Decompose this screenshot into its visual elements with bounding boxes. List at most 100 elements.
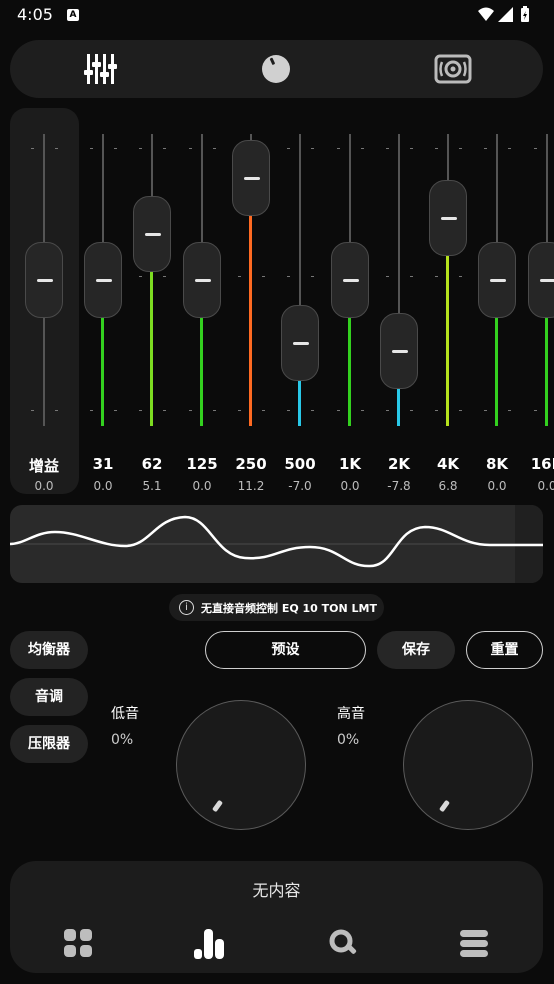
slider-tick [139, 410, 142, 411]
slider-tick [484, 148, 487, 149]
eq-response-curve [10, 505, 543, 583]
treble-label: 高音 [337, 706, 365, 722]
bottom-panel: 无内容 [10, 861, 543, 973]
nav-search-button[interactable] [326, 927, 362, 959]
slider-tick [435, 410, 438, 411]
eq-band-slider[interactable] [276, 130, 324, 430]
eq-band-thumb[interactable] [281, 305, 319, 382]
speaker-icon [434, 54, 472, 84]
bass-knob[interactable] [176, 700, 306, 830]
eq-band-thumb[interactable] [331, 242, 369, 318]
slider-tick [114, 410, 117, 411]
eq-band-slider[interactable] [128, 130, 176, 430]
slider-tick [262, 276, 265, 277]
eq-band-thumb[interactable] [84, 242, 122, 318]
slider-tick [238, 410, 241, 411]
nav-grid-button[interactable] [60, 927, 96, 959]
slider-tick [31, 410, 34, 411]
eq-band-slider[interactable] [375, 130, 423, 430]
slider-tick [163, 410, 166, 411]
eq-band-thumb[interactable] [133, 195, 171, 272]
slider-tick [189, 410, 192, 411]
slider-tick [459, 148, 462, 149]
slider-tick [287, 276, 290, 277]
eq-band-slider[interactable] [473, 130, 521, 430]
gain-label: 增益 [28, 457, 59, 475]
wifi-icon [478, 7, 494, 21]
slider-tick [31, 148, 34, 149]
slider-tick [163, 276, 166, 277]
eq-band-slider[interactable] [523, 130, 554, 430]
treble-knob[interactable] [403, 700, 533, 830]
now-playing-text: 无内容 [252, 881, 301, 900]
battery-icon [521, 6, 529, 22]
slider-tick [410, 276, 413, 277]
eq-band-slider[interactable] [79, 130, 127, 430]
eq-band-thumb[interactable] [380, 312, 418, 389]
slider-tick [287, 410, 290, 411]
speaker-tab[interactable] [433, 50, 473, 88]
slider-tick [386, 410, 389, 411]
eq-band-slider[interactable] [227, 130, 275, 430]
notification-icon: A [67, 9, 79, 21]
eq-band-thumb[interactable] [478, 242, 516, 318]
slider-tick [55, 410, 58, 411]
slider-tick [163, 148, 166, 149]
audio-control-notice: i 无直接音频控制 EQ 10 TON LMT [169, 594, 384, 621]
slider-tick [410, 148, 413, 149]
equalizer-tab[interactable] [80, 50, 120, 88]
limiter-side-tab[interactable]: 压限器 [10, 725, 88, 763]
tone-side-tab[interactable]: 音调 [10, 678, 88, 716]
slider-tick [311, 276, 314, 277]
treble-knob-marker [438, 799, 451, 813]
slider-tick [508, 148, 511, 149]
bass-knob-marker [211, 799, 224, 813]
preset-button[interactable]: 预设 [205, 631, 366, 669]
equalizer-side-tab[interactable]: 均衡器 [10, 631, 88, 669]
nav-list-button[interactable] [456, 927, 492, 959]
slider-tick [287, 148, 290, 149]
slider-tick [90, 148, 93, 149]
eq-band-thumb[interactable] [429, 180, 467, 257]
slider-tick [311, 410, 314, 411]
gain-slider[interactable] [20, 130, 68, 430]
top-tab-bar [10, 40, 543, 98]
signal-icon [498, 7, 513, 22]
slider-tick [238, 276, 241, 277]
slider-tick [534, 410, 537, 411]
equalizer-sliders-icon [84, 54, 117, 84]
bass-label: 低音 [111, 706, 139, 722]
slider-tick [337, 148, 340, 149]
slider-tick [435, 148, 438, 149]
eq-band-slider[interactable] [326, 130, 374, 430]
eq-band-thumb[interactable] [183, 242, 221, 318]
status-time: 4:05 [17, 5, 53, 24]
slider-tick [90, 410, 93, 411]
slider-tick [459, 410, 462, 411]
grid-icon [64, 929, 92, 957]
eq-band-thumb[interactable] [528, 242, 554, 318]
slider-tick [213, 148, 216, 149]
slider-tick [337, 410, 340, 411]
slider-tick [262, 410, 265, 411]
dial-tab[interactable] [256, 50, 296, 88]
gain-thumb[interactable] [25, 242, 63, 318]
slider-tick [114, 148, 117, 149]
eq-band-slider[interactable] [178, 130, 226, 430]
bass-value: 0% [111, 732, 134, 748]
info-icon: i [179, 600, 194, 615]
eq-band-slider[interactable] [424, 130, 472, 430]
save-button[interactable]: 保存 [377, 631, 455, 669]
slider-tick [139, 148, 142, 149]
eq-curve-line [10, 515, 543, 568]
eq-band-thumb[interactable] [232, 140, 270, 217]
bars-chart-icon [194, 929, 224, 959]
status-bar: 4:05 A [0, 0, 554, 32]
slider-tick [189, 148, 192, 149]
treble-value: 0% [337, 732, 360, 748]
slider-tick [386, 276, 389, 277]
notice-text: 无直接音频控制 EQ 10 TON LMT [201, 602, 378, 615]
reset-button[interactable]: 重置 [466, 631, 543, 669]
nav-equalizer-button[interactable] [192, 927, 228, 959]
slider-tick [361, 148, 364, 149]
